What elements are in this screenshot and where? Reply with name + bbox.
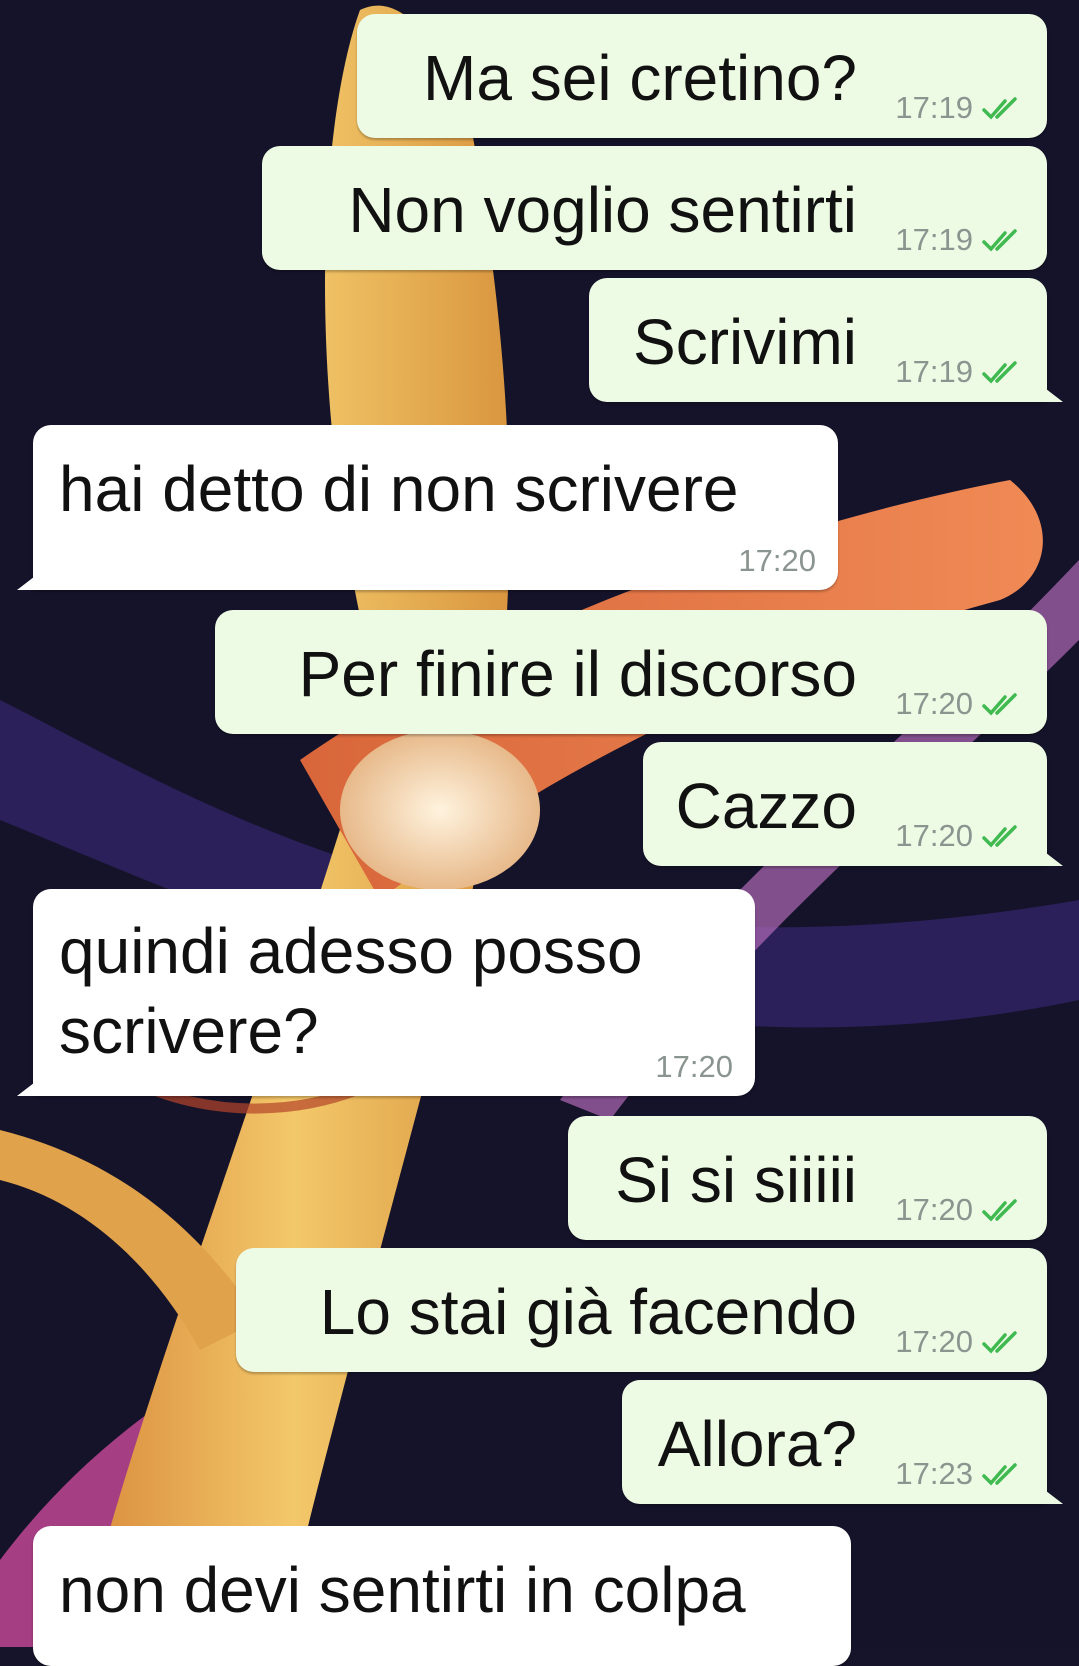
message-meta: 17:20 [895, 1326, 1027, 1357]
message-meta: 17:19 [895, 224, 1027, 255]
message-meta: 17:19 [895, 356, 1027, 387]
message-time: 17:19 [895, 222, 973, 257]
message-text: Non voglio sentirti [348, 174, 857, 246]
double-check-read-icon [982, 692, 1017, 716]
message-list[interactable]: Ma sei cretino? 17:19 Non voglio sentirt… [0, 0, 1079, 1666]
message-text: Per finire il discorso [298, 638, 857, 710]
message-bubble-incoming[interactable]: hai detto di non scrivere 17:20 [17, 425, 838, 590]
message-time: 17:20 [655, 1049, 733, 1084]
message-bubble-outgoing[interactable]: Si si siiiii 17:20 [568, 1116, 1047, 1240]
message-time: 17:20 [895, 686, 973, 721]
bubble-tail [17, 1076, 43, 1096]
message-time: 17:20 [895, 1192, 973, 1227]
message-bubble-incoming[interactable]: non devi sentirti in colpa [33, 1526, 851, 1666]
double-check-read-icon [982, 1462, 1017, 1486]
message-bubble-outgoing[interactable]: Per finire il discorso 17:20 [215, 610, 1047, 734]
message-text: Allora? [657, 1408, 857, 1480]
message-text: Ma sei cretino? [423, 42, 857, 114]
double-check-read-icon [982, 96, 1017, 120]
message-time: 17:19 [895, 354, 973, 389]
message-time: 17:19 [895, 90, 973, 125]
message-bubble-outgoing[interactable]: Allora? 17:23 [622, 1380, 1063, 1504]
message-meta: 17:20 [895, 688, 1027, 719]
message-time: 17:20 [895, 818, 973, 853]
message-time: 17:20 [895, 1324, 973, 1359]
message-text: Cazzo [675, 770, 857, 842]
message-time: 17:23 [895, 1456, 973, 1491]
message-text: hai detto di non scrivere [59, 453, 739, 525]
message-text: quindi adesso posso scrivere? [59, 915, 643, 1067]
message-meta: 17:20 [738, 545, 816, 576]
message-text: Scrivimi [633, 306, 857, 378]
message-text: Lo stai già facendo [319, 1276, 857, 1348]
message-meta: 17:19 [895, 92, 1027, 123]
message-text: Si si siiiii [615, 1144, 857, 1216]
bubble-tail [1037, 382, 1063, 402]
message-bubble-outgoing[interactable]: Ma sei cretino? 17:19 [357, 14, 1047, 138]
double-check-read-icon [982, 360, 1017, 384]
message-bubble-incoming[interactable]: quindi adesso posso scrivere? 17:20 [17, 889, 755, 1096]
message-bubble-outgoing[interactable]: Cazzo 17:20 [643, 742, 1063, 866]
bubble-tail [1037, 846, 1063, 866]
double-check-read-icon [982, 228, 1017, 252]
message-text: non devi sentirti in colpa [59, 1554, 746, 1626]
message-meta: 17:20 [655, 1051, 733, 1082]
bubble-tail [17, 570, 43, 590]
message-meta: 17:20 [895, 1194, 1027, 1225]
message-meta: 17:23 [895, 1458, 1027, 1489]
message-meta: 17:20 [895, 820, 1027, 851]
message-bubble-outgoing[interactable]: Non voglio sentirti 17:19 [262, 146, 1047, 270]
message-bubble-outgoing[interactable]: Scrivimi 17:19 [589, 278, 1063, 402]
bubble-tail [1037, 1484, 1063, 1504]
double-check-read-icon [982, 824, 1017, 848]
double-check-read-icon [982, 1198, 1017, 1222]
message-time: 17:20 [738, 543, 816, 578]
message-bubble-outgoing[interactable]: Lo stai già facendo 17:20 [236, 1248, 1047, 1372]
double-check-read-icon [982, 1330, 1017, 1354]
